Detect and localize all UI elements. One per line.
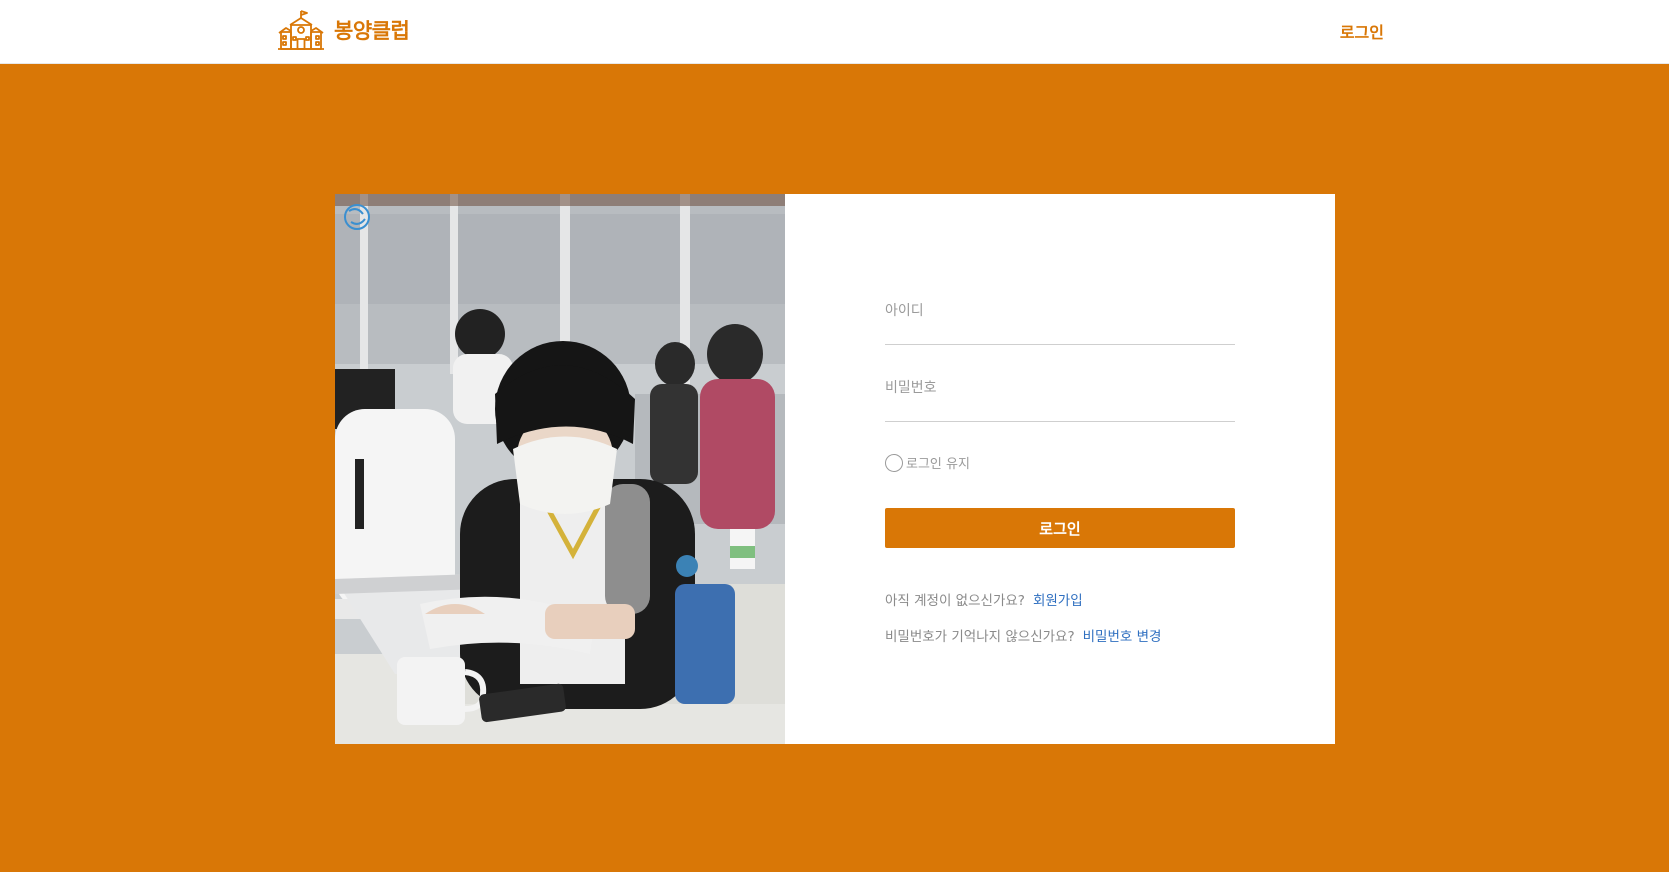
id-input[interactable]: [885, 296, 1235, 326]
password-field: [885, 373, 1235, 422]
brand-home-link[interactable]: 봉양클럽: [278, 9, 410, 51]
change-password-link[interactable]: 비밀번호 변경: [1083, 625, 1162, 645]
signup-link[interactable]: 회원가입: [1033, 589, 1083, 609]
id-field: [885, 296, 1235, 345]
students-photo: [335, 194, 785, 744]
students-illustration: [335, 194, 785, 744]
login-form-panel: 로그인 유지 로그인 아직 계정이 없으신가요? 회원가입 비밀번호가 기억나지…: [785, 194, 1335, 744]
brand-name: 봉양클럽: [334, 19, 410, 43]
remember-login-radio[interactable]: [885, 453, 903, 472]
school-building-icon: [278, 10, 324, 50]
remember-login-option[interactable]: 로그인 유지: [885, 453, 970, 472]
signup-prompt: 아직 계정이 없으신가요?: [885, 593, 1025, 609]
password-input[interactable]: [885, 373, 1235, 403]
top-navigation-bar: 봉양클럽 로그인: [0, 0, 1669, 64]
remember-login-label: 로그인 유지: [906, 457, 970, 472]
forgot-password-prompt: 비밀번호가 기억나지 않으신가요?: [885, 629, 1075, 645]
header-login-link[interactable]: 로그인: [1312, 19, 1384, 43]
signup-help-line: 아직 계정이 없으신가요? 회원가입: [885, 589, 1083, 609]
forgot-password-help-line: 비밀번호가 기억나지 않으신가요? 비밀번호 변경: [885, 625, 1161, 645]
login-button[interactable]: 로그인: [885, 508, 1235, 548]
login-card: 로그인 유지 로그인 아직 계정이 없으신가요? 회원가입 비밀번호가 기억나지…: [335, 194, 1335, 744]
